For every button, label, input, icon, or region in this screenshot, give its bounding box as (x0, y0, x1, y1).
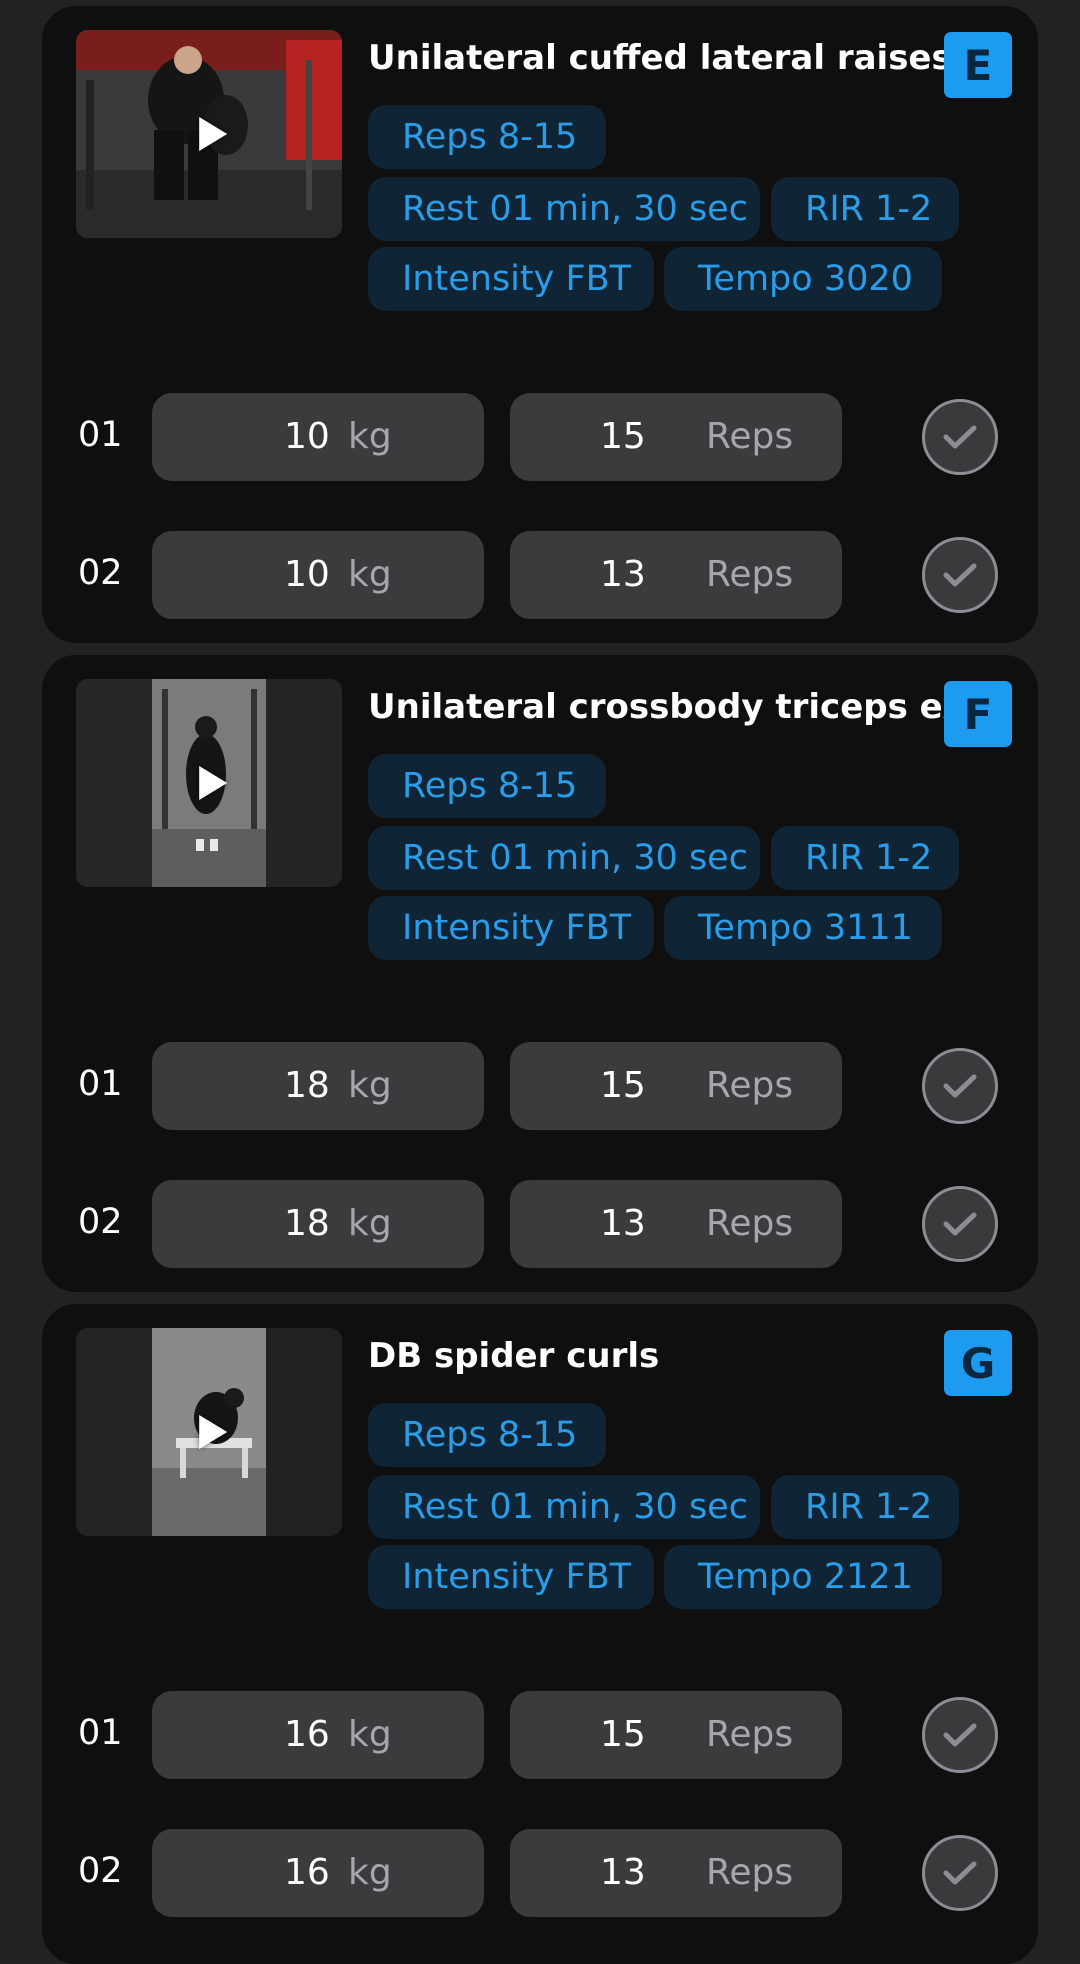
exercise-title: Unilateral crossbody triceps ext (368, 687, 981, 727)
weight-unit: kg (348, 1852, 392, 1893)
set-number: 01 (78, 1064, 123, 1104)
rir-chip: RIR 1-2 (771, 177, 959, 241)
rest-chip: Rest 01 min, 30 sec (368, 177, 760, 241)
reps-unit: Reps (706, 554, 794, 595)
exercise-video-thumbnail[interactable] (76, 1328, 342, 1536)
complete-set-button[interactable] (922, 1835, 998, 1911)
reps-value: 15 (600, 416, 646, 457)
set-number: 02 (78, 1202, 123, 1242)
exercise-title: DB spider curls (368, 1336, 660, 1376)
play-icon (199, 766, 228, 800)
reps-chip: Reps 8-15 (368, 105, 606, 169)
check-icon (943, 425, 977, 449)
reps-unit: Reps (706, 416, 794, 457)
weight-value: 18 (284, 1203, 330, 1244)
reps-value: 13 (600, 554, 646, 595)
exercise-letter-badge: F (944, 681, 1012, 747)
check-icon (943, 1212, 977, 1236)
reps-chip: Reps 8-15 (368, 1403, 606, 1467)
reps-input[interactable]: 13 Reps (510, 1180, 842, 1268)
exercise-letter-badge: G (944, 1330, 1012, 1396)
intensity-chip: Intensity FBT (368, 896, 654, 960)
tempo-chip: Tempo 2121 (664, 1545, 942, 1609)
tempo-chip: Tempo 3020 (664, 247, 942, 311)
reps-input[interactable]: 13 Reps (510, 1829, 842, 1917)
set-number: 01 (78, 1713, 123, 1753)
exercise-card: Unilateral cuffed lateral raises E Reps … (42, 6, 1038, 643)
weight-unit: kg (348, 1714, 392, 1755)
reps-unit: Reps (706, 1714, 794, 1755)
rir-chip: RIR 1-2 (771, 1475, 959, 1539)
weight-input[interactable]: 16 kg (152, 1829, 484, 1917)
reps-input[interactable]: 15 Reps (510, 1691, 842, 1779)
intensity-chip: Intensity FBT (368, 247, 654, 311)
complete-set-button[interactable] (922, 399, 998, 475)
weight-unit: kg (348, 1203, 392, 1244)
play-icon (199, 1415, 228, 1449)
complete-set-button[interactable] (922, 1048, 998, 1124)
reps-unit: Reps (706, 1852, 794, 1893)
weight-input[interactable]: 10 kg (152, 531, 484, 619)
check-icon (943, 1723, 977, 1747)
set-number: 02 (78, 553, 123, 593)
reps-unit: Reps (706, 1065, 794, 1106)
weight-input[interactable]: 10 kg (152, 393, 484, 481)
rest-chip: Rest 01 min, 30 sec (368, 1475, 760, 1539)
set-number: 02 (78, 1851, 123, 1891)
weight-unit: kg (348, 554, 392, 595)
exercise-video-thumbnail[interactable] (76, 30, 342, 238)
exercise-title: Unilateral cuffed lateral raises (368, 38, 952, 78)
weight-value: 16 (284, 1852, 330, 1893)
complete-set-button[interactable] (922, 537, 998, 613)
weight-unit: kg (348, 1065, 392, 1106)
weight-value: 16 (284, 1714, 330, 1755)
weight-input[interactable]: 16 kg (152, 1691, 484, 1779)
check-icon (943, 1861, 977, 1885)
reps-unit: Reps (706, 1203, 794, 1244)
tempo-chip: Tempo 3111 (664, 896, 942, 960)
exercise-letter-badge: E (944, 32, 1012, 98)
reps-value: 13 (600, 1203, 646, 1244)
weight-value: 10 (284, 554, 330, 595)
reps-input[interactable]: 13 Reps (510, 531, 842, 619)
weight-value: 18 (284, 1065, 330, 1106)
exercise-video-thumbnail[interactable] (76, 679, 342, 887)
weight-input[interactable]: 18 kg (152, 1042, 484, 1130)
intensity-chip: Intensity FBT (368, 1545, 654, 1609)
set-number: 01 (78, 415, 123, 455)
reps-input[interactable]: 15 Reps (510, 1042, 842, 1130)
complete-set-button[interactable] (922, 1186, 998, 1262)
play-icon (199, 117, 228, 151)
exercise-card: DB spider curls G Reps 8-15 Rest 01 min,… (42, 1304, 1038, 1964)
rest-chip: Rest 01 min, 30 sec (368, 826, 760, 890)
rir-chip: RIR 1-2 (771, 826, 959, 890)
weight-input[interactable]: 18 kg (152, 1180, 484, 1268)
check-icon (943, 1074, 977, 1098)
reps-input[interactable]: 15 Reps (510, 393, 842, 481)
check-icon (943, 563, 977, 587)
complete-set-button[interactable] (922, 1697, 998, 1773)
weight-unit: kg (348, 416, 392, 457)
reps-value: 15 (600, 1065, 646, 1106)
reps-value: 15 (600, 1714, 646, 1755)
weight-value: 10 (284, 416, 330, 457)
reps-chip: Reps 8-15 (368, 754, 606, 818)
exercise-card: Unilateral crossbody triceps ext F Reps … (42, 655, 1038, 1292)
reps-value: 13 (600, 1852, 646, 1893)
